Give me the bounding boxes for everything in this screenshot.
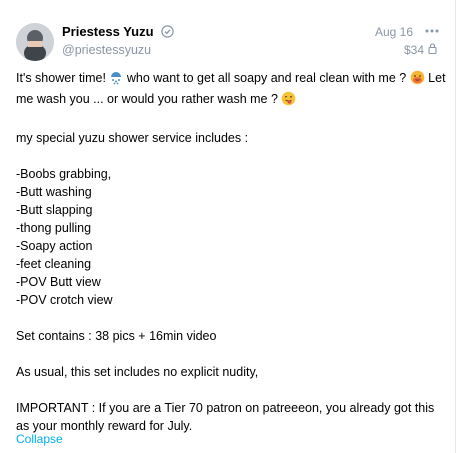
service-item: -feet cleaning [16,257,92,271]
important-note: IMPORTANT : If you are a Tier 70 patron … [16,401,435,433]
lock-icon [428,43,437,57]
service-item: -Butt washing [16,185,92,199]
display-name-row[interactable]: Priestess Yuzu [62,24,174,41]
display-name[interactable]: Priestess Yuzu [62,24,154,39]
set-contents: Set contains : 38 pics + 16min video [16,329,217,343]
nudity-note: As usual, this set includes no explicit … [16,365,259,379]
verified-icon [161,25,174,41]
price-value: $34 [403,43,424,57]
service-item: -POV crotch view [16,293,113,307]
post-intro: It's shower time! who want to get all so… [16,69,446,111]
post-date: Aug 16 [374,25,413,39]
intro-text-2: who want to get all soapy and real clean… [123,71,407,85]
avatar[interactable] [16,23,54,61]
more-options-icon[interactable] [425,24,439,43]
service-item: -thong pulling [16,221,92,235]
intro-text-1: It's shower time! [16,71,106,85]
service-item: -POV Butt view [16,275,101,289]
shower-emoji-icon [109,71,123,90]
service-item: -Butt slapping [16,203,93,217]
hot-face-emoji-icon [410,70,425,90]
avatar-image [16,23,54,61]
service-item: -Soapy action [16,239,93,253]
post-price: $34 [404,43,437,57]
post-card: Priestess Yuzu @priestessyuzu Aug 16 $34… [0,0,456,453]
tongue-wink-emoji-icon [281,91,296,111]
collapse-link[interactable]: Collapse [16,432,63,446]
services-heading: my special yuzu shower service includes … [16,131,249,145]
username[interactable]: @priestessyuzu [62,43,151,57]
post-body: It's shower time! who want to get all so… [16,69,446,435]
service-item: -Boobs grabbing, [16,167,112,181]
